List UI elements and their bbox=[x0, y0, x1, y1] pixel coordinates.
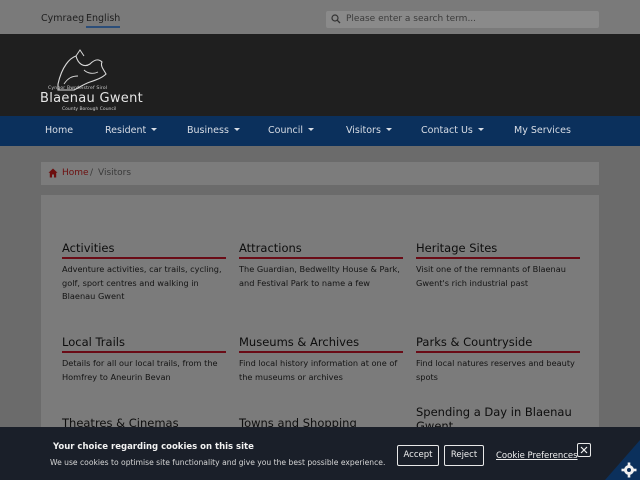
search-icon bbox=[331, 14, 341, 24]
reject-cookies-button[interactable]: Reject bbox=[444, 445, 484, 466]
card-description: Find local natures reserves and beauty s… bbox=[416, 358, 575, 382]
breadcrumb-separator: / bbox=[90, 168, 94, 178]
card-title[interactable]: Heritage Sites bbox=[416, 241, 580, 259]
card-description: Details for all our local trails, from t… bbox=[62, 358, 218, 382]
breadcrumb-current: Visitors bbox=[98, 168, 132, 178]
chevron-down-icon bbox=[233, 128, 240, 131]
nav-label: My Services bbox=[514, 125, 571, 136]
nav-item-business[interactable]: Business bbox=[187, 125, 240, 136]
search-placeholder: Please enter a search term... bbox=[346, 14, 477, 24]
card-description: Visit one of the remnants of Blaenau Gwe… bbox=[416, 264, 566, 288]
nav-label: Council bbox=[268, 125, 303, 136]
card-description: Adventure activities, car trails, cyclin… bbox=[62, 264, 222, 301]
top-utility-bar: Cymraeg English Please enter a search te… bbox=[0, 0, 640, 34]
card-local-trails[interactable]: Local Trails Details for all our local t… bbox=[62, 335, 226, 384]
nav-label: Visitors bbox=[346, 125, 381, 136]
card-description: Find local history information at one of… bbox=[239, 358, 398, 382]
close-icon[interactable] bbox=[577, 443, 591, 457]
welsh-language-link[interactable]: Cymraeg bbox=[41, 13, 84, 24]
chevron-down-icon bbox=[151, 128, 158, 131]
chevron-down-icon bbox=[477, 128, 484, 131]
nav-item-contact-us[interactable]: Contact Us bbox=[421, 125, 484, 136]
card-description: The Guardian, Bedwellty House & Park, an… bbox=[239, 264, 400, 288]
card-title[interactable]: Local Trails bbox=[62, 335, 226, 353]
card-heritage-sites[interactable]: Heritage Sites Visit one of the remnants… bbox=[416, 241, 580, 290]
logo-council-name: Blaenau Gwent bbox=[40, 91, 144, 106]
nav-label: Business bbox=[187, 125, 229, 136]
breadcrumb: Home / Visitors bbox=[41, 162, 599, 185]
nav-item-resident[interactable]: Resident bbox=[105, 125, 158, 136]
nav-item-my-services[interactable]: My Services bbox=[514, 125, 571, 136]
nav-label: Contact Us bbox=[421, 125, 473, 136]
accept-cookies-button[interactable]: Accept bbox=[397, 445, 439, 466]
chevron-down-icon bbox=[385, 128, 392, 131]
nav-item-home[interactable]: Home bbox=[45, 125, 73, 136]
logo-subtitle: County Borough Council bbox=[62, 107, 117, 112]
card-parks-countryside[interactable]: Parks & Countryside Find local natures r… bbox=[416, 335, 580, 384]
nav-item-council[interactable]: Council bbox=[268, 125, 314, 136]
nav-item-visitors[interactable]: Visitors bbox=[346, 125, 392, 136]
card-title[interactable]: Parks & Countryside bbox=[416, 335, 580, 353]
breadcrumb-home-link[interactable]: Home bbox=[62, 168, 89, 178]
cookie-settings-gear-icon[interactable] bbox=[605, 440, 640, 480]
card-activities[interactable]: Activities Adventure activities, car tra… bbox=[62, 241, 226, 304]
card-attractions[interactable]: Attractions The Guardian, Bedwellty Hous… bbox=[239, 241, 403, 290]
cookie-consent-banner: Your choice regarding cookies on this si… bbox=[0, 427, 640, 480]
nav-label: Home bbox=[45, 125, 74, 136]
site-header: Cyngor Bwrdeistref Sirol Blaenau Gwent C… bbox=[0, 34, 640, 116]
home-icon bbox=[48, 168, 58, 178]
card-title[interactable]: Attractions bbox=[239, 241, 403, 259]
card-museums-archives[interactable]: Museums & Archives Find local history in… bbox=[239, 335, 403, 384]
cookie-banner-text: We use cookies to optimise site function… bbox=[50, 458, 386, 467]
cookie-preferences-link[interactable]: Cookie Preferences bbox=[496, 451, 578, 461]
english-language-link[interactable]: English bbox=[86, 13, 121, 28]
nav-label: Resident bbox=[105, 125, 147, 136]
card-title[interactable]: Museums & Archives bbox=[239, 335, 403, 353]
cookie-banner-title: Your choice regarding cookies on this si… bbox=[53, 442, 254, 452]
chevron-down-icon bbox=[308, 128, 314, 131]
card-title[interactable]: Activities bbox=[62, 241, 226, 259]
main-navigation: Home Resident Business Council Visitors … bbox=[0, 116, 640, 146]
search-input[interactable]: Please enter a search term... bbox=[326, 11, 599, 28]
